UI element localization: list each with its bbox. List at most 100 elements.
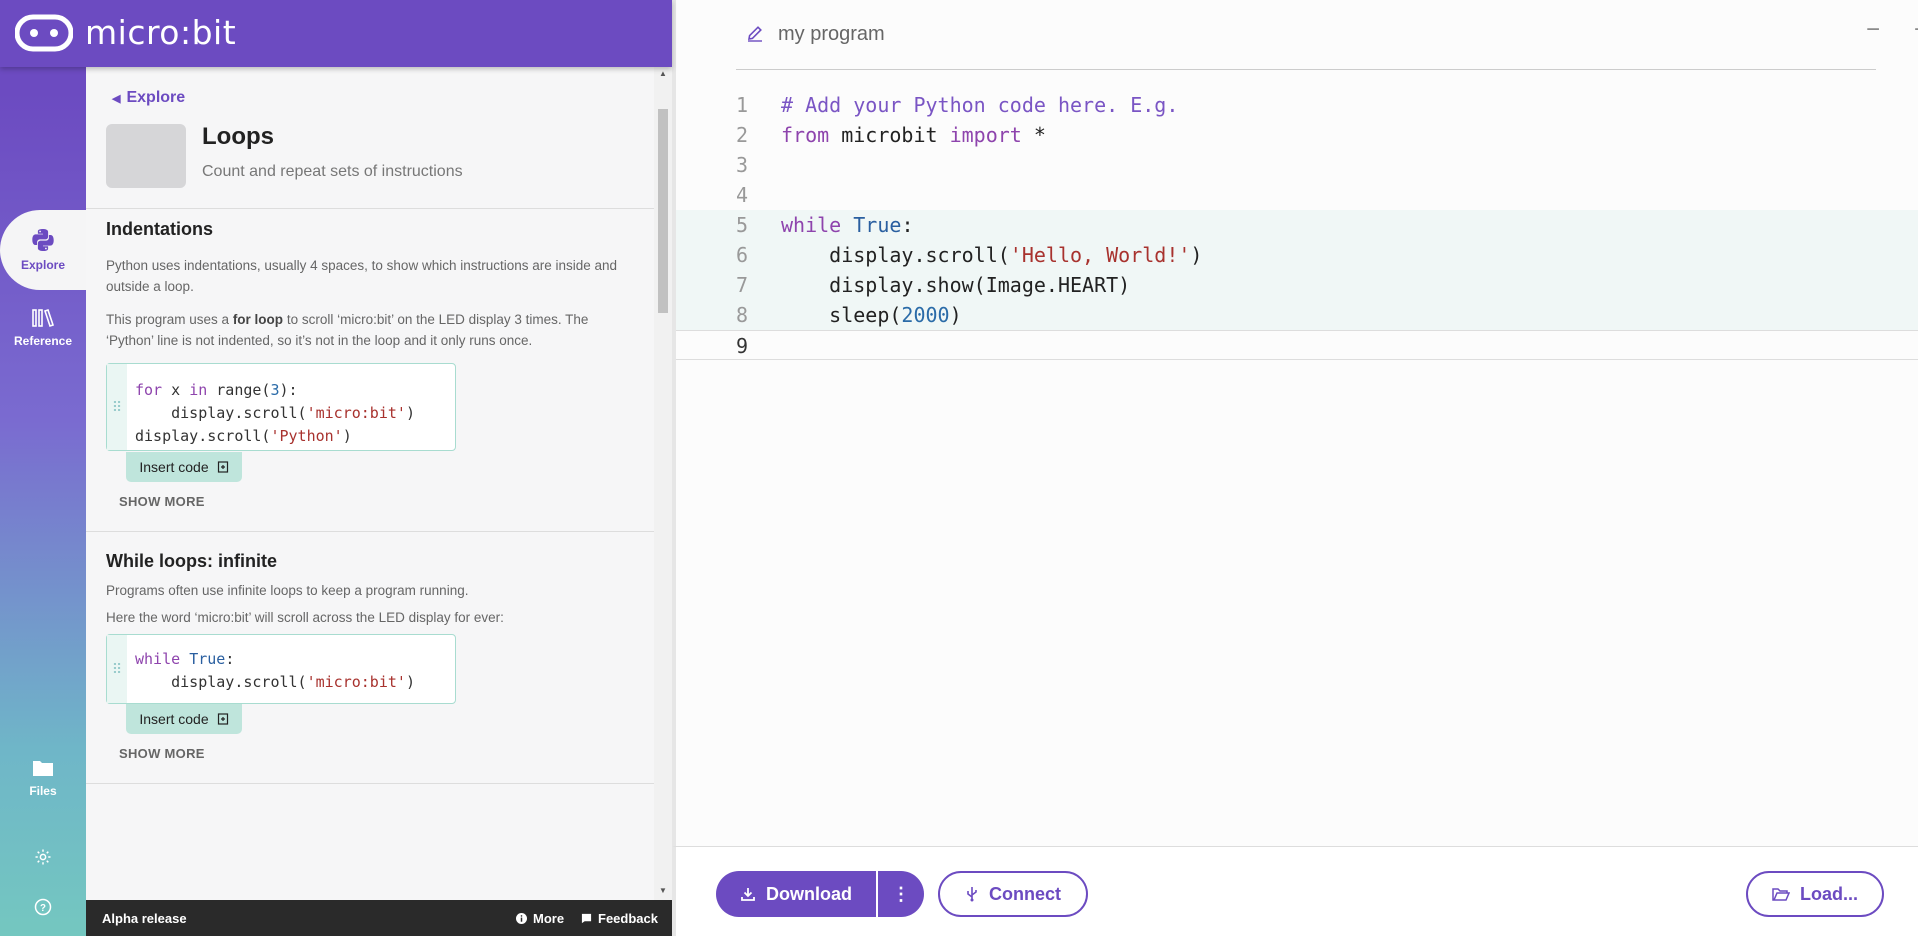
more-vertical-icon: ⋮ (892, 883, 910, 904)
nav-files-label: Files (29, 784, 57, 798)
section-title-while-loops: While loops: infinite (106, 551, 277, 571)
connect-button[interactable]: Connect (938, 871, 1088, 917)
download-button[interactable]: Download (716, 871, 876, 917)
connect-label: Connect (989, 883, 1061, 904)
header-bar: micro:bit (0, 0, 672, 67)
code-line[interactable]: 3 (676, 150, 1918, 180)
section-para: Here the word ‘micro:bit’ will scroll ac… (106, 610, 504, 625)
line-number: 9 (735, 334, 748, 358)
info-icon (516, 913, 527, 924)
project-title-row: my program − + (736, 0, 1918, 70)
line-number: 7 (735, 273, 748, 297)
line-text: display.show(Image.HEART) (781, 273, 1131, 297)
nav-explore-label: Explore (20, 258, 65, 272)
load-button[interactable]: Load... (1746, 871, 1884, 917)
download-options-button[interactable]: ⋮ (878, 871, 924, 917)
download-icon (741, 888, 755, 901)
feedback-link[interactable]: Feedback (581, 911, 658, 926)
feedback-icon (581, 913, 592, 924)
line-number: 6 (735, 243, 748, 267)
drag-handle-icon[interactable]: ⠿ (107, 364, 127, 450)
microbit-logo[interactable]: micro:bit (15, 13, 236, 52)
show-more-button[interactable]: SHOW MORE (119, 746, 205, 761)
bottom-toolbar: Download ⋮ Connect Load... (672, 846, 1918, 936)
explore-panel: ◀ Explore Loops Count and repeat sets of… (86, 67, 672, 900)
svg-text:?: ? (40, 903, 46, 914)
microbit-logo-icon (15, 14, 73, 51)
code-line[interactable]: 2 from microbit import * (676, 120, 1918, 150)
code-snippet[interactable]: ⠿ while True: display.scroll('micro:bit'… (106, 634, 456, 704)
drag-handle-icon[interactable]: ⠿ (107, 635, 127, 703)
insert-code-label: Insert code (139, 459, 209, 475)
books-icon (32, 308, 55, 328)
load-label: Load... (1800, 883, 1858, 904)
topic-title: Loops (202, 123, 274, 150)
download-label: Download (766, 883, 852, 904)
folder-icon (33, 761, 53, 776)
insert-file-icon (217, 461, 228, 473)
alpha-release-label: Alpha release (102, 911, 187, 926)
section-para: Programs often use infinite loops to kee… (106, 583, 469, 598)
alpha-footer: Alpha release More Feedback (86, 900, 672, 936)
divider (86, 531, 654, 532)
chevron-left-icon: ◀ (112, 92, 121, 105)
scroll-up-arrow-icon[interactable]: ▲ (658, 69, 668, 81)
zoom-in-button[interactable]: + (1914, 16, 1918, 44)
topic-thumbnail (106, 124, 186, 188)
insert-code-button[interactable]: Insert code (126, 452, 242, 482)
nav-reference-label: Reference (13, 334, 73, 348)
code-line[interactable]: 7 display.show(Image.HEART) (676, 270, 1918, 300)
topic-subtitle: Count and repeat sets of instructions (202, 163, 463, 180)
line-text: while True: (781, 213, 914, 237)
code-line[interactable]: 8 sleep(2000) (676, 300, 1918, 330)
code-snippet-text: while True: display.scroll('micro:bit') (135, 650, 415, 691)
section-title-indentations: Indentations (106, 219, 213, 239)
more-link[interactable]: More (516, 911, 564, 926)
insert-code-label: Insert code (139, 711, 209, 727)
code-line[interactable]: 6 display.scroll('Hello, World!') (676, 240, 1918, 270)
code-line[interactable]: 1 # Add your Python code here. E.g. (676, 90, 1918, 120)
line-number: 4 (735, 183, 748, 207)
show-more-button[interactable]: SHOW MORE (119, 494, 205, 509)
feedback-label: Feedback (598, 911, 658, 926)
code-editor[interactable]: my program − + 1 # Add your Python code … (672, 0, 1918, 846)
gear-icon (35, 849, 51, 865)
usb-icon (967, 887, 977, 902)
breadcrumb-label: Explore (126, 89, 186, 106)
nav-files[interactable]: Files (0, 758, 86, 798)
python-icon (32, 229, 54, 251)
help-icon: ? (34, 898, 52, 916)
line-number: 1 (735, 93, 748, 117)
line-number: 8 (735, 303, 748, 327)
divider (86, 783, 654, 784)
panel-scrollbar[interactable]: ▲ ▼ (654, 67, 672, 900)
breadcrumb[interactable]: ◀ Explore (112, 89, 185, 107)
code-line[interactable]: 5 while True: (676, 210, 1918, 240)
more-label: More (533, 911, 565, 926)
scroll-down-arrow-icon[interactable]: ▼ (658, 886, 668, 898)
line-number: 2 (735, 123, 748, 147)
pencil-icon[interactable] (746, 24, 764, 42)
line-text: from microbit import * (781, 123, 1046, 147)
nav-explore[interactable]: Explore (0, 210, 86, 290)
insert-code-button[interactable]: Insert code (126, 704, 242, 734)
code-line[interactable]: 4 (676, 180, 1918, 210)
line-text: # Add your Python code here. E.g. (781, 93, 1179, 117)
app-root: Explore Reference Files ? micro:bit ◀ Ex… (0, 0, 1918, 936)
section-para: Python uses indentations, usually 4 spac… (106, 258, 618, 294)
nav-reference[interactable]: Reference (0, 308, 86, 348)
code-snippet-text: for x in range(3): display.scroll('micro… (135, 381, 415, 445)
line-text: sleep(2000) (781, 303, 962, 327)
line-number: 3 (735, 153, 748, 177)
divider (86, 208, 654, 209)
scrollbar-thumb[interactable] (658, 109, 668, 313)
settings-button[interactable] (0, 848, 86, 866)
code-line-current[interactable]: 9 (676, 330, 1918, 360)
help-button[interactable]: ? (0, 898, 86, 916)
brand-wordmark: micro:bit (85, 13, 237, 52)
insert-file-icon (217, 713, 228, 725)
nav-rail: Explore Reference Files ? (0, 0, 86, 936)
program-name[interactable]: my program (778, 23, 885, 46)
code-snippet[interactable]: ⠿ for x in range(3): display.scroll('mic… (106, 363, 456, 451)
zoom-out-button[interactable]: − (1866, 16, 1880, 44)
